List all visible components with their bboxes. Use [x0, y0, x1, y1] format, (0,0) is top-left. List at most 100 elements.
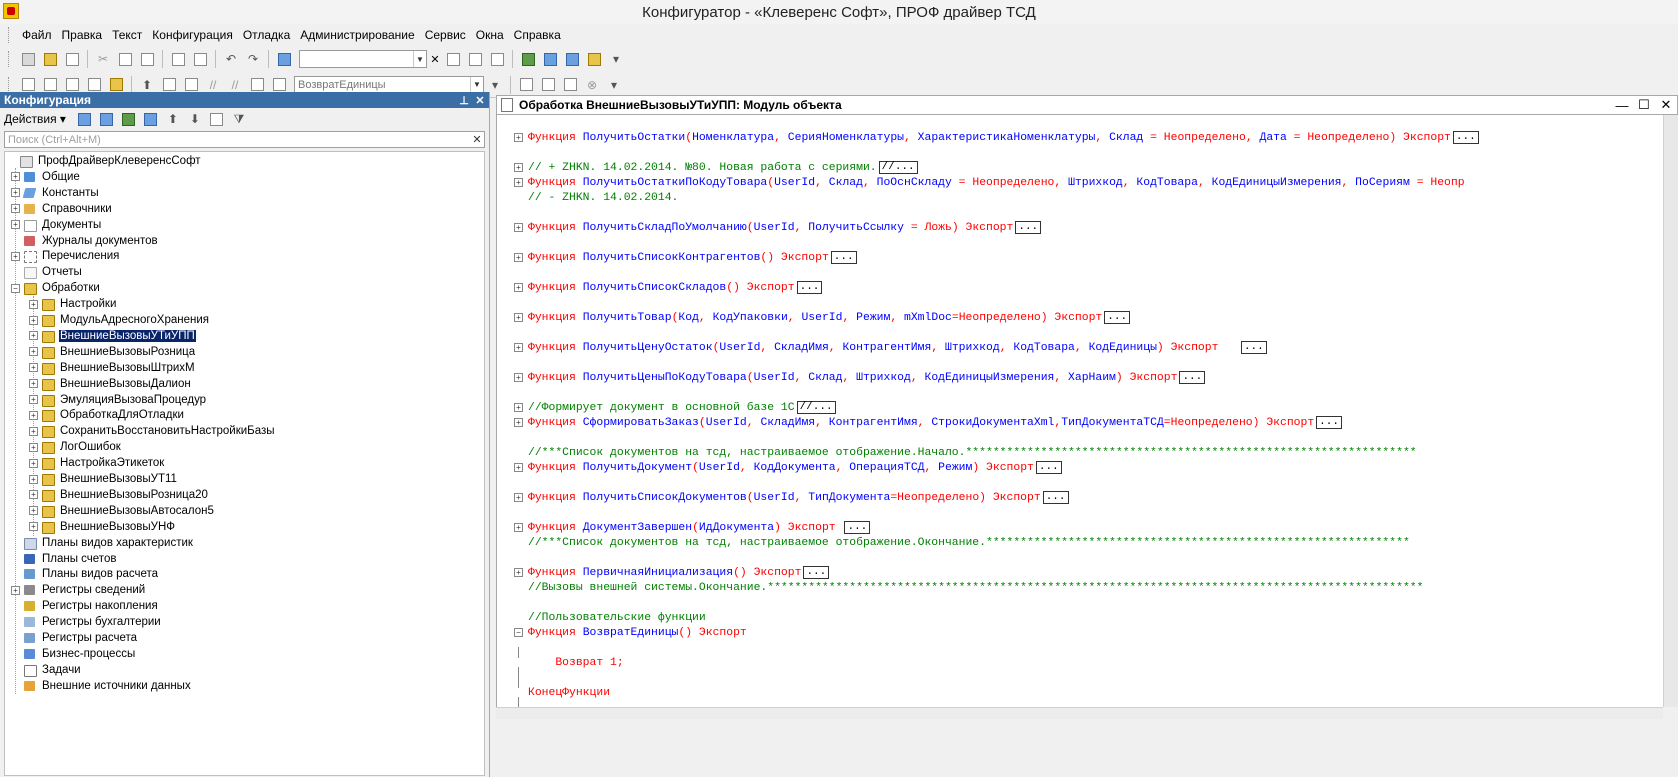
expand-icon[interactable]: +	[514, 403, 523, 412]
toolbar-options-icon[interactable]: ▾	[605, 76, 623, 94]
collapse-icon[interactable]: −	[11, 283, 20, 293]
expand-icon[interactable]: +	[11, 172, 20, 182]
tree-node[interactable]: + НастройкаЭтикеток	[29, 455, 165, 471]
preview-icon[interactable]	[191, 50, 209, 68]
close-icon[interactable]: ✕	[1655, 97, 1677, 113]
code-line[interactable]: + // + ZHKN. 14.02.2014. №80. Новая работ…	[514, 160, 918, 175]
expand-icon[interactable]: +	[29, 506, 38, 516]
tree-node[interactable]: + Регистры сведений	[11, 582, 146, 598]
tree-node[interactable]: Регистры бухгалтерии	[11, 614, 162, 630]
tree-node[interactable]: Внешние источники данных	[11, 678, 192, 694]
code-line[interactable]: //Пользовательские функции	[514, 610, 706, 625]
collapse-icon[interactable]: −	[514, 628, 523, 637]
tree-node[interactable]: + СохранитьВосстановитьНастройкиБазы	[29, 423, 276, 439]
procedures-icon[interactable]	[270, 76, 288, 94]
new-file-icon[interactable]	[19, 50, 37, 68]
cut-icon[interactable]: ✂	[94, 50, 112, 68]
collapsed-block-marker[interactable]: ...	[803, 566, 830, 579]
toolbar-options-icon[interactable]: ▾	[486, 76, 504, 94]
expand-icon[interactable]: +	[29, 490, 38, 500]
expand-icon[interactable]: +	[29, 442, 38, 452]
code-line[interactable]: + Функция ПолучитьТовар(Код, КодУпаковки,…	[514, 310, 1131, 325]
close-icon[interactable]: ✕	[473, 94, 487, 107]
expand-icon[interactable]: +	[514, 568, 523, 577]
open-config-icon[interactable]	[19, 76, 37, 94]
expand-icon[interactable]: +	[29, 474, 38, 484]
collapsed-block-marker[interactable]: ...	[1452, 131, 1479, 144]
tree-node[interactable]: Планы видов расчета	[11, 566, 159, 582]
tree-node[interactable]: + Перечисления	[11, 248, 120, 264]
menu-windows[interactable]: Окна	[471, 26, 509, 44]
undo-icon[interactable]: ↶	[222, 50, 240, 68]
collapsed-block-marker[interactable]: ...	[1104, 311, 1131, 324]
code-line[interactable]: + Функция ПолучитьСписокСкладов() Экспорт…	[514, 280, 823, 295]
horizontal-scrollbar[interactable]	[496, 707, 1663, 719]
disabled-breakpoint-icon[interactable]	[539, 76, 557, 94]
help-search-icon[interactable]	[541, 50, 559, 68]
clear-search-icon[interactable]: ✕	[428, 51, 442, 67]
expand-icon[interactable]: +	[29, 363, 38, 373]
redo-icon[interactable]: ↷	[244, 50, 262, 68]
format-icon[interactable]	[248, 76, 266, 94]
minimize-icon[interactable]: —	[1611, 98, 1633, 113]
move-down-icon[interactable]: ⬇	[186, 110, 204, 128]
maximize-icon[interactable]: ☐	[1633, 97, 1655, 113]
tree-node[interactable]: + ЛогОшибок	[29, 439, 122, 455]
collapsed-block-marker[interactable]: ...	[1240, 341, 1267, 354]
code-line[interactable]: + Функция ПолучитьОстаткиПоКодуТовара(Use…	[514, 175, 1465, 190]
code-line[interactable]: //***Список документов на тсд, настраива…	[514, 445, 1417, 460]
comment-icon[interactable]: //	[204, 76, 222, 94]
toolbar-options-icon[interactable]: ▾	[607, 50, 625, 68]
menu-text[interactable]: Текст	[107, 26, 147, 44]
pin-icon[interactable]: ⊥	[457, 94, 471, 107]
code-line[interactable]: + Функция ПолучитьСписокКонтрагентов() Эк…	[514, 250, 857, 265]
module-icon[interactable]	[182, 76, 200, 94]
find-binoculars-icon[interactable]	[275, 50, 293, 68]
expand-icon[interactable]: +	[514, 418, 523, 427]
expand-icon[interactable]: +	[514, 373, 523, 382]
tree-node[interactable]: Планы счетов	[11, 551, 117, 567]
print-icon[interactable]	[169, 50, 187, 68]
collapsed-block-marker[interactable]: ...	[1179, 371, 1206, 384]
expand-icon[interactable]: +	[11, 204, 20, 214]
tree-node[interactable]: + ВнешниеВызовыШтрихМ	[29, 360, 196, 376]
chevron-down-icon[interactable]: ▼	[470, 76, 483, 93]
menu-help[interactable]: Справка	[509, 26, 566, 44]
collapsed-block-marker[interactable]: ...	[796, 281, 823, 294]
save-config-icon[interactable]	[41, 76, 59, 94]
expand-icon[interactable]: +	[11, 585, 20, 595]
actions-menu[interactable]: Действия ▾	[4, 112, 66, 126]
expand-icon[interactable]: +	[514, 463, 523, 472]
find-prev-icon[interactable]	[466, 50, 484, 68]
menu-debug[interactable]: Отладка	[238, 26, 295, 44]
code-line[interactable]: + Функция ДокументЗавершен(ИдДокумента) Э…	[514, 520, 871, 535]
tree-node[interactable]: + ОбработкаДляОтладки	[29, 407, 185, 423]
collapsed-block-marker[interactable]: ...	[830, 251, 857, 264]
step-icon[interactable]	[561, 76, 579, 94]
code-line[interactable]: + //Формирует документ в основной базе 1С…	[514, 400, 836, 415]
procedure-combo[interactable]: ВозвратЕдиницы ▼	[294, 75, 484, 94]
edit-icon[interactable]	[120, 110, 138, 128]
collapsed-block-marker[interactable]: ...	[1015, 221, 1042, 234]
tree-node[interactable]: + ВнешниеВызовыАвтосалон5	[29, 503, 215, 519]
chevron-down-icon[interactable]: ▼	[413, 51, 426, 67]
sort-icon[interactable]	[208, 110, 226, 128]
expand-icon[interactable]: +	[29, 410, 38, 420]
delete-icon[interactable]	[142, 110, 160, 128]
expand-icon[interactable]: +	[514, 253, 523, 262]
code-line[interactable]: + Функция ПолучитьОстатки(Номенклатура, С…	[514, 130, 1479, 145]
code-line[interactable]: КонецФункции	[514, 685, 610, 700]
help-icon[interactable]	[585, 50, 603, 68]
tree-node[interactable]: Журналы документов	[11, 233, 159, 249]
tree-node[interactable]: + Константы	[11, 185, 100, 201]
add-icon[interactable]	[76, 110, 94, 128]
expand-icon[interactable]: +	[29, 299, 38, 309]
tree-node[interactable]: + ВнешниеВызовыУНФ	[29, 519, 176, 535]
expand-icon[interactable]: +	[29, 347, 38, 357]
save-icon[interactable]	[63, 50, 81, 68]
menu-edit[interactable]: Правка	[57, 26, 108, 44]
menu-service[interactable]: Сервис	[420, 26, 471, 44]
code-line[interactable]: + Функция ПолучитьСписокДокументов(UserId…	[514, 490, 1069, 505]
tree-node[interactable]: + Настройки	[29, 296, 117, 312]
filter-icon[interactable]: ⧩	[230, 110, 248, 128]
